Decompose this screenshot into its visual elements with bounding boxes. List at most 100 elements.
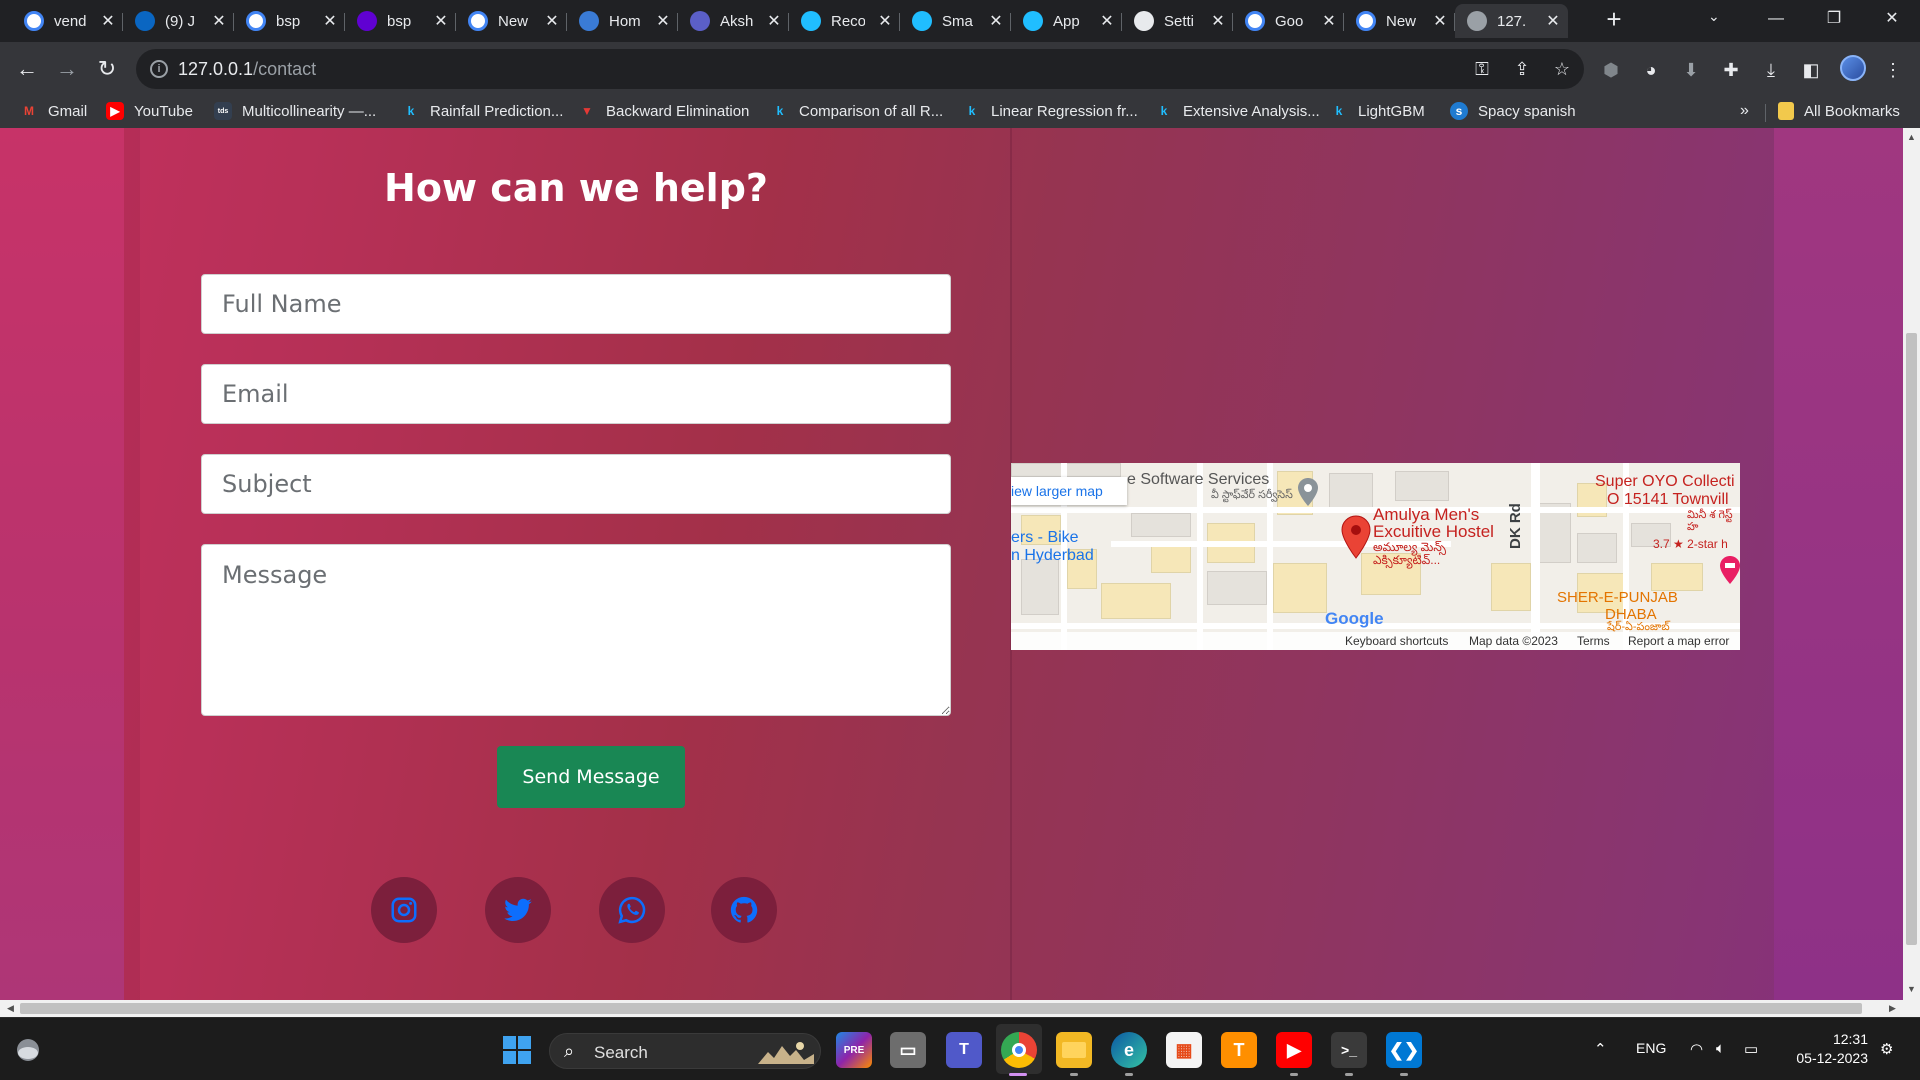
whatsapp-link[interactable] bbox=[599, 877, 665, 943]
vscode-icon[interactable]: ❮❯ bbox=[1386, 1032, 1422, 1068]
map-embed[interactable]: iew larger map e Software Services వీ‌ స… bbox=[1011, 463, 1740, 650]
copilot-preview-icon[interactable]: PRE bbox=[836, 1032, 872, 1068]
task-view-icon[interactable]: ▭ bbox=[890, 1032, 926, 1068]
browser-tab[interactable]: New ✕ bbox=[1344, 4, 1455, 38]
tab-close-icon[interactable]: ✕ bbox=[1098, 11, 1116, 31]
file-explorer-icon[interactable] bbox=[1056, 1032, 1092, 1068]
browser-tab[interactable]: Reco ✕ bbox=[789, 4, 900, 38]
browser-tab[interactable]: App ✕ bbox=[1011, 4, 1122, 38]
terms-link[interactable]: Terms bbox=[1577, 634, 1610, 648]
horizontal-scrollbar[interactable]: ◀ ▶ bbox=[0, 1000, 1903, 1017]
close-window-icon[interactable]: ✕ bbox=[1872, 4, 1912, 34]
taskbar-search[interactable]: ⌕ Search bbox=[549, 1033, 821, 1069]
map-place-bike-line2[interactable]: n Hyderbad bbox=[1011, 547, 1094, 565]
email-input[interactable] bbox=[201, 364, 951, 424]
map-place-hostel-line2[interactable]: Excuitive Hostel bbox=[1373, 522, 1494, 542]
tab-close-icon[interactable]: ✕ bbox=[99, 11, 117, 31]
store-icon[interactable]: ▦ bbox=[1166, 1032, 1202, 1068]
extension-download-arrow-icon[interactable]: ⬇ bbox=[1678, 57, 1704, 83]
vertical-scrollbar[interactable]: ▲ ▼ bbox=[1903, 128, 1920, 1000]
downloads-icon[interactable]: ⤓ bbox=[1758, 57, 1784, 83]
battery-icon[interactable]: ▭ bbox=[1744, 1040, 1758, 1058]
map-place-software[interactable]: e Software Services bbox=[1127, 471, 1269, 489]
tab-close-icon[interactable]: ✕ bbox=[1431, 11, 1449, 31]
subject-input[interactable] bbox=[201, 454, 951, 514]
browser-tab[interactable]: vend ✕ bbox=[12, 4, 123, 38]
tab-search-icon[interactable]: ⌄ bbox=[1708, 8, 1720, 25]
language-indicator[interactable]: ENG bbox=[1636, 1040, 1666, 1056]
map-place-oyo-line2[interactable]: O 15141 Townvill bbox=[1607, 491, 1729, 509]
horizontal-scroll-thumb[interactable] bbox=[20, 1003, 1862, 1014]
back-icon[interactable]: ← bbox=[10, 52, 44, 86]
tensorflow-icon[interactable]: T bbox=[1221, 1032, 1257, 1068]
notifications-icon[interactable]: ⚙ bbox=[1880, 1040, 1893, 1058]
tab-close-icon[interactable]: ✕ bbox=[210, 11, 228, 31]
tab-close-icon[interactable]: ✕ bbox=[1544, 11, 1562, 31]
bookmark-item[interactable]: M Gmail bbox=[20, 102, 87, 120]
send-message-button[interactable]: Send Message bbox=[497, 746, 685, 808]
side-panel-icon[interactable]: ◧ bbox=[1798, 57, 1824, 83]
profile-avatar[interactable] bbox=[1840, 55, 1866, 81]
scroll-left-icon[interactable]: ◀ bbox=[2, 1003, 19, 1014]
browser-tab[interactable]: 127. ✕ bbox=[1455, 4, 1568, 38]
chrome-icon[interactable] bbox=[1001, 1032, 1037, 1068]
weather-cloud-icon[interactable] bbox=[14, 1036, 42, 1064]
tab-close-icon[interactable]: ✕ bbox=[987, 11, 1005, 31]
bookmark-item[interactable]: ▼ Backward Elimination bbox=[578, 102, 749, 120]
bookmark-item[interactable]: s Spacy spanish bbox=[1450, 102, 1576, 120]
map-place-dhaba-line1[interactable]: SHER-E-PUNJAB bbox=[1557, 589, 1678, 606]
volume-icon[interactable]: 🔈︎ bbox=[1716, 1040, 1725, 1057]
map-marker-hotel-icon[interactable] bbox=[1719, 555, 1740, 585]
tray-overflow-icon[interactable]: ⌃ bbox=[1594, 1040, 1607, 1058]
bookmark-item[interactable]: k Rainfall Prediction... bbox=[402, 102, 564, 120]
teams-icon[interactable]: T bbox=[946, 1032, 982, 1068]
tab-close-icon[interactable]: ✕ bbox=[432, 11, 450, 31]
browser-tab[interactable]: Aksh ✕ bbox=[678, 4, 789, 38]
more-bookmarks-button[interactable]: » bbox=[1740, 102, 1749, 120]
terminal-icon[interactable]: >_ bbox=[1331, 1032, 1367, 1068]
tab-close-icon[interactable]: ✕ bbox=[654, 11, 672, 31]
scroll-right-icon[interactable]: ▶ bbox=[1884, 1003, 1901, 1014]
bookmark-item[interactable]: k Extensive Analysis... bbox=[1155, 102, 1320, 120]
tab-close-icon[interactable]: ✕ bbox=[321, 11, 339, 31]
scroll-down-icon[interactable]: ▼ bbox=[1903, 984, 1920, 994]
browser-tab[interactable]: Setti ✕ bbox=[1122, 4, 1233, 38]
extension-pacman-icon[interactable]: ◕ bbox=[1638, 57, 1664, 83]
map-place-oyo-line1[interactable]: Super OYO Collecti bbox=[1595, 473, 1735, 491]
browser-tab[interactable]: bsp ✕ bbox=[345, 4, 456, 38]
browser-tab[interactable]: Hom ✕ bbox=[567, 4, 678, 38]
github-link[interactable] bbox=[711, 877, 777, 943]
instagram-link[interactable] bbox=[371, 877, 437, 943]
map-place-bike-line1[interactable]: ers - Bike bbox=[1011, 529, 1079, 547]
share-icon[interactable]: ⇪ bbox=[1510, 57, 1534, 81]
browser-tab[interactable]: bsp ✕ bbox=[234, 4, 345, 38]
taskbar-clock[interactable]: 12:31 05-12-2023 bbox=[1780, 1030, 1868, 1068]
browser-tab[interactable]: Goo ✕ bbox=[1233, 4, 1344, 38]
edge-icon[interactable]: e bbox=[1111, 1032, 1147, 1068]
bookmark-star-icon[interactable]: ☆ bbox=[1550, 57, 1574, 81]
wifi-icon[interactable]: ◠ bbox=[1690, 1040, 1703, 1058]
forward-icon[interactable]: → bbox=[50, 52, 84, 86]
browser-tab[interactable]: New ✕ bbox=[456, 4, 567, 38]
browser-tab[interactable]: (9) J ✕ bbox=[123, 4, 234, 38]
vertical-scroll-thumb[interactable] bbox=[1906, 333, 1917, 945]
tab-close-icon[interactable]: ✕ bbox=[1209, 11, 1227, 31]
scroll-up-icon[interactable]: ▲ bbox=[1903, 132, 1920, 142]
twitter-link[interactable] bbox=[485, 877, 551, 943]
tab-close-icon[interactable]: ✕ bbox=[876, 11, 894, 31]
address-bar[interactable]: i 127.0.0.1/contact ⚿ ⇪ ☆ bbox=[136, 49, 1584, 89]
extensions-puzzle-icon[interactable]: ✚ bbox=[1718, 57, 1744, 83]
full-name-input[interactable] bbox=[201, 274, 951, 334]
site-info-icon[interactable]: i bbox=[150, 60, 168, 78]
bookmark-item[interactable]: k Comparison of all R... bbox=[771, 102, 944, 120]
report-map-error-link[interactable]: Report a map error bbox=[1628, 634, 1729, 648]
bookmark-item[interactable]: tds Multicollinearity —... bbox=[214, 102, 376, 120]
message-textarea[interactable] bbox=[201, 544, 951, 716]
bookmark-item[interactable]: k Linear Regression fr... bbox=[963, 102, 1138, 120]
tab-close-icon[interactable]: ✕ bbox=[1320, 11, 1338, 31]
start-button[interactable] bbox=[503, 1036, 531, 1064]
youtube-app-icon[interactable]: ▶ bbox=[1276, 1032, 1312, 1068]
map-marker-red-icon[interactable] bbox=[1341, 515, 1371, 559]
password-key-icon[interactable]: ⚿ bbox=[1470, 57, 1494, 81]
view-larger-map-link[interactable]: iew larger map bbox=[1011, 477, 1127, 505]
